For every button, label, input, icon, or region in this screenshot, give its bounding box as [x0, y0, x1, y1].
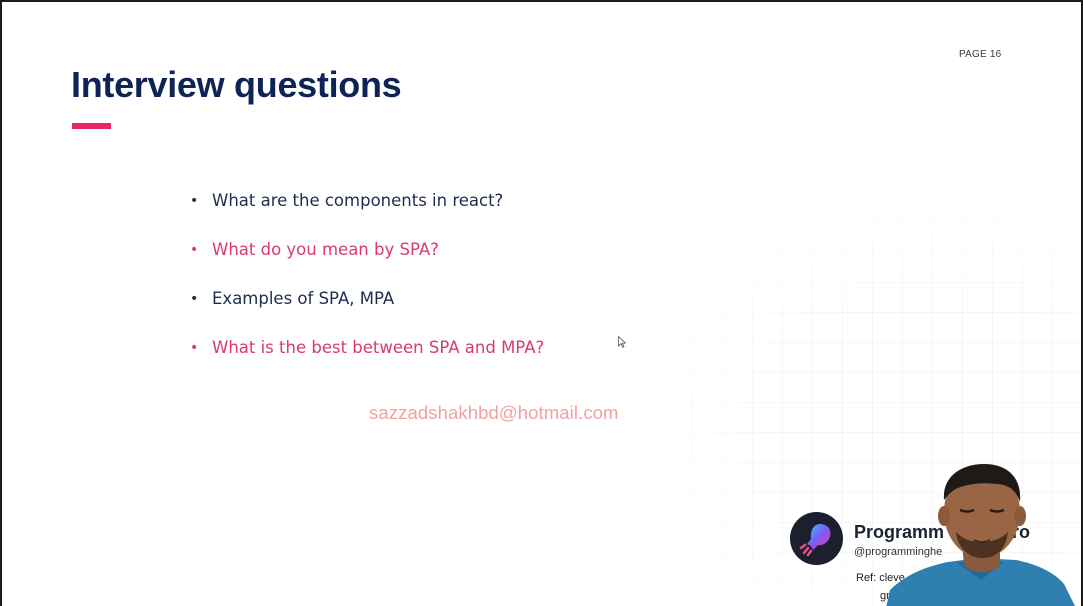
- bullet-icon: •: [190, 193, 199, 209]
- presenter-webcam: [886, 464, 1075, 606]
- question-text: Examples of SPA, MPA: [212, 289, 395, 308]
- bullet-icon: •: [190, 242, 199, 258]
- email-watermark: sazzadshakhbd@hotmail.com: [369, 402, 619, 423]
- question-list: • What are the components in react? • Wh…: [188, 188, 544, 384]
- rocket-logo-icon: [790, 512, 843, 565]
- list-item: • Examples of SPA, MPA: [188, 286, 544, 335]
- mouse-cursor-icon: [618, 336, 626, 348]
- bullet-icon: •: [190, 291, 199, 307]
- question-text: What is the best between SPA and MPA?: [212, 338, 545, 357]
- question-text: What are the components in react?: [212, 191, 504, 210]
- list-item: • What is the best between SPA and MPA?: [188, 335, 544, 384]
- question-text: What do you mean by SPA?: [212, 240, 439, 259]
- page-number: PAGE 16: [959, 49, 1002, 60]
- title-accent-bar: [72, 123, 111, 129]
- list-item: • What are the components in react?: [188, 188, 544, 237]
- bullet-icon: •: [190, 340, 199, 356]
- list-item: • What do you mean by SPA?: [188, 237, 544, 286]
- presentation-slide: PAGE 16 Interview questions • What are t…: [2, 2, 1081, 606]
- slide-title: Interview questions: [71, 64, 402, 105]
